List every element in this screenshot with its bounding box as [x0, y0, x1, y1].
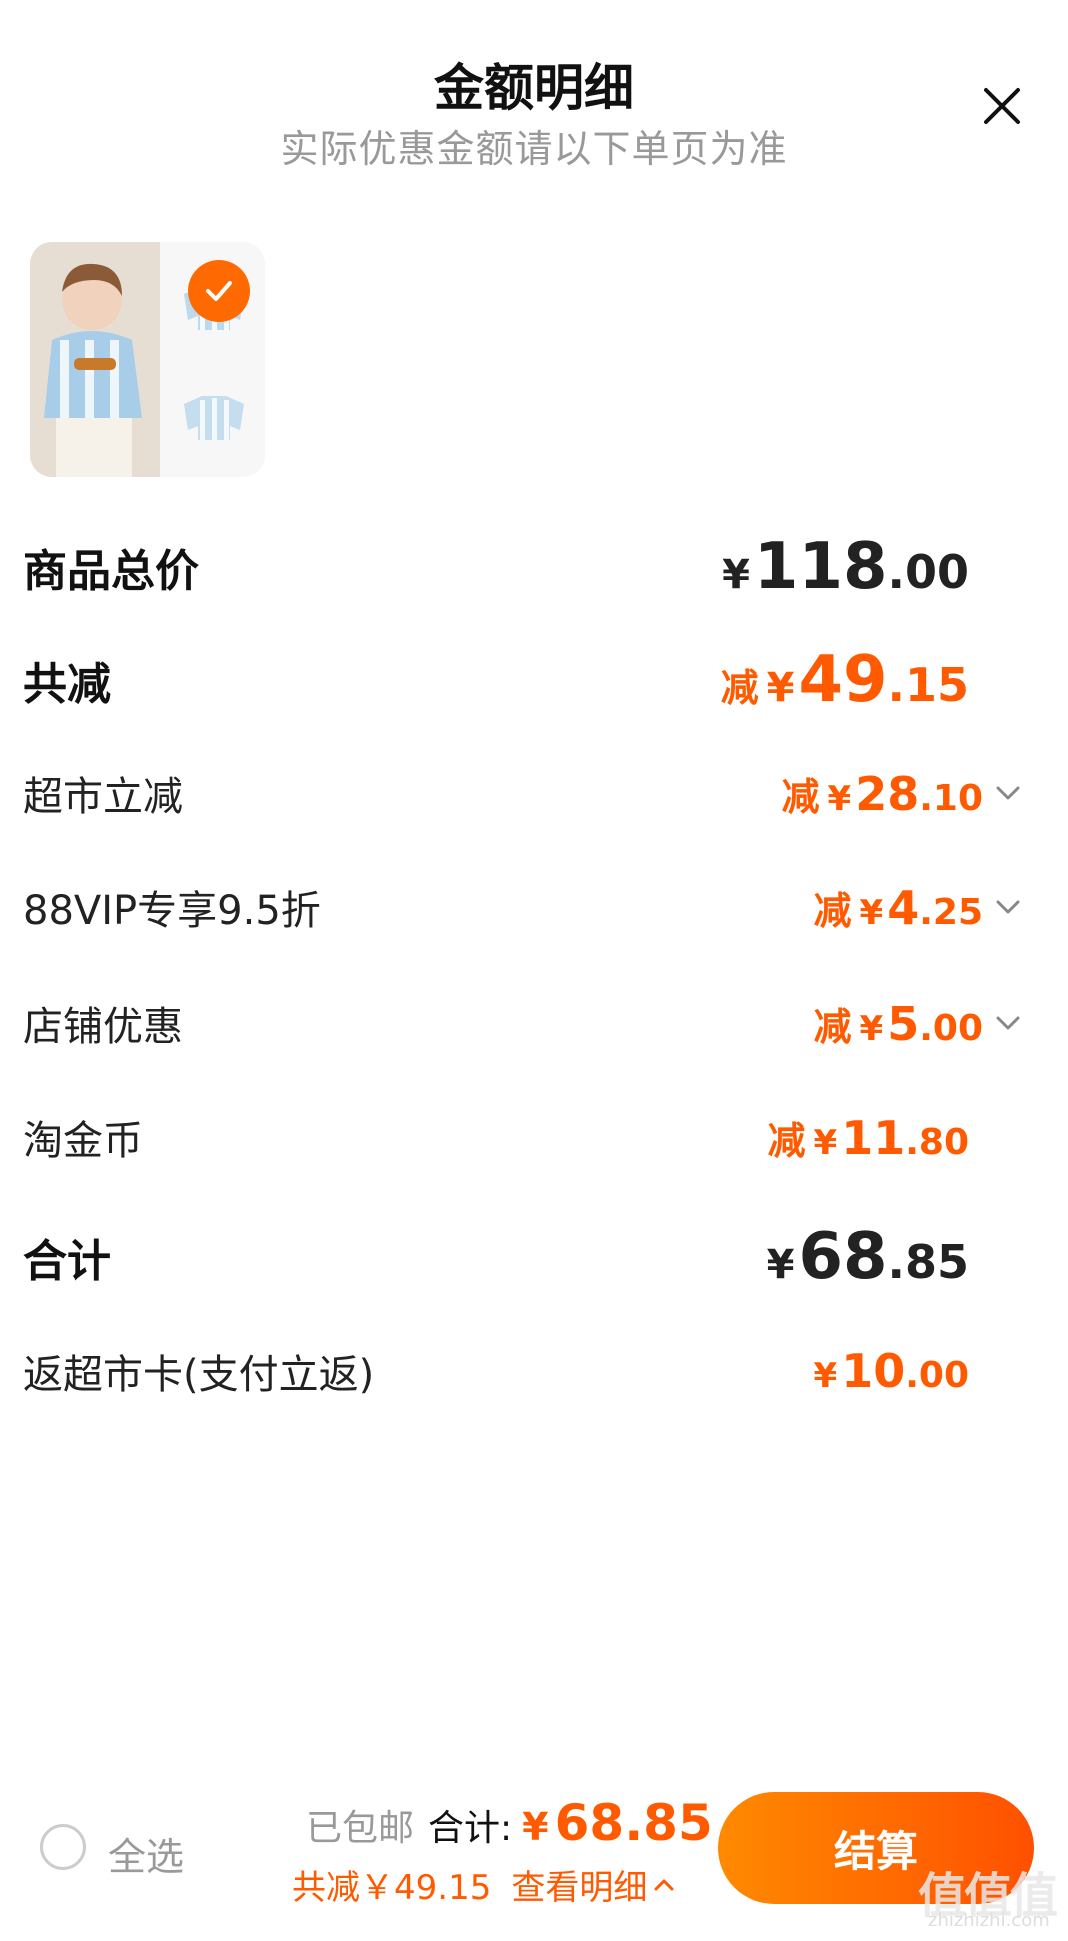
selected-check-badge[interactable]: [188, 260, 250, 322]
yen-sign: ¥: [859, 892, 884, 933]
row-label: 共减: [23, 659, 111, 710]
page-title: 金额明细: [434, 59, 634, 117]
row-taojinbi-discount: 淘金币 减 ¥ 11 .80: [23, 1102, 1023, 1172]
amount-integer: 11: [841, 1110, 906, 1165]
row-amount: 减 ¥ 28 .10: [782, 766, 983, 821]
view-detail-link[interactable]: 查看明细: [511, 1860, 647, 1909]
footer-total-value: 68.85: [554, 1794, 713, 1852]
amount-integer: 4: [887, 880, 920, 935]
row-label: 返超市卡(支付立返): [23, 1352, 375, 1398]
amount-decimal: .00: [919, 1007, 983, 1049]
row-88vip-discount[interactable]: 88VIP专享9.5折 减 ¥ 4 .25: [23, 872, 1023, 942]
row-supermarket-card-cashback: 返超市卡(支付立返) ¥ 10 .00: [23, 1336, 1023, 1406]
sheet-header: 金额明细 实际优惠金额请以下单页为准: [0, 0, 1068, 180]
row-label: 淘金币: [23, 1118, 143, 1164]
row-amount: ¥ 10 .00: [814, 1344, 969, 1398]
amount-decimal: .25: [919, 891, 983, 933]
yen-sign: ¥: [813, 1356, 838, 1396]
amount-decimal: .00: [887, 545, 970, 599]
yen-sign: ¥: [522, 1805, 549, 1849]
discount-prefix: 减: [767, 1118, 806, 1163]
yen-sign: ¥: [722, 552, 750, 598]
row-amount: 减 ¥ 49 .15: [721, 643, 969, 717]
footer-saved-text: 共减￥49.15: [292, 1868, 492, 1908]
row-store-discount[interactable]: 店铺优惠 减 ¥ 5 .00: [23, 988, 1023, 1058]
yen-sign: ¥: [766, 1242, 795, 1288]
amount-integer: 5: [887, 996, 920, 1051]
amount-decimal: .00: [905, 1355, 969, 1396]
row-amount: ¥ 68 .85: [767, 1220, 969, 1294]
row-label: 商品总价: [23, 546, 199, 597]
yen-sign: ¥: [766, 665, 795, 711]
row-supermarket-discount[interactable]: 超市立减 减 ¥ 28 .10: [23, 758, 1023, 828]
row-amount: ¥ 118 .00: [722, 530, 969, 604]
amount-integer: 28: [855, 766, 920, 821]
footer-total-amount: ¥ 68.85: [522, 1794, 713, 1852]
watermark-url: zhizhizhi.com: [928, 1910, 1050, 1931]
footer-discount-line: 共减￥49.15 查看明细: [292, 1860, 677, 1909]
row-goods-total: 商品总价 ¥ 118 .00: [23, 530, 1023, 604]
chevron-down-icon[interactable]: [993, 892, 1023, 922]
amount-integer: 118: [753, 530, 888, 604]
amount-integer: 10: [841, 1344, 906, 1398]
footer-total-line: 已包邮 合计: ¥ 68.85: [306, 1794, 713, 1852]
amount-integer: 49: [798, 643, 888, 717]
page-subtitle: 实际优惠金额请以下单页为准: [280, 127, 788, 171]
select-all-radio[interactable]: [40, 1824, 86, 1870]
close-icon[interactable]: [982, 86, 1022, 126]
yen-sign: ¥: [827, 778, 852, 819]
amount-decimal: .85: [887, 1235, 970, 1289]
row-label: 合计: [23, 1236, 111, 1287]
free-shipping-label: 已包邮: [306, 1808, 415, 1849]
chevron-down-icon[interactable]: [993, 778, 1023, 808]
yen-sign: ¥: [859, 1008, 884, 1049]
chevron-up-icon[interactable]: [651, 1872, 677, 1898]
row-amount: 减 ¥ 4 .25: [814, 880, 983, 935]
row-amount: 减 ¥ 11 .80: [768, 1110, 969, 1165]
row-label: 88VIP专享9.5折: [23, 888, 321, 934]
chevron-down-icon[interactable]: [993, 1008, 1023, 1038]
row-label: 超市立减: [23, 774, 183, 820]
amount-decimal: .80: [905, 1121, 969, 1163]
discount-prefix: 减: [813, 1004, 852, 1049]
yen-sign: ¥: [813, 1122, 838, 1163]
row-amount: 减 ¥ 5 .00: [814, 996, 983, 1051]
check-icon: [206, 281, 232, 301]
discount-prefix: 减: [781, 774, 820, 819]
discount-prefix: 减: [813, 888, 852, 933]
row-label: 店铺优惠: [23, 1004, 183, 1050]
footer-total-label: 合计:: [428, 1808, 513, 1849]
amount-decimal: .10: [919, 777, 983, 819]
select-all-label[interactable]: 全选: [108, 1826, 184, 1881]
row-total-discount: 共减 减 ¥ 49 .15: [23, 643, 1023, 717]
row-grand-total: 合计 ¥ 68 .85: [23, 1220, 1023, 1294]
amount-decimal: .15: [887, 658, 970, 712]
amount-integer: 68: [798, 1220, 888, 1294]
discount-prefix: 减: [720, 666, 759, 710]
